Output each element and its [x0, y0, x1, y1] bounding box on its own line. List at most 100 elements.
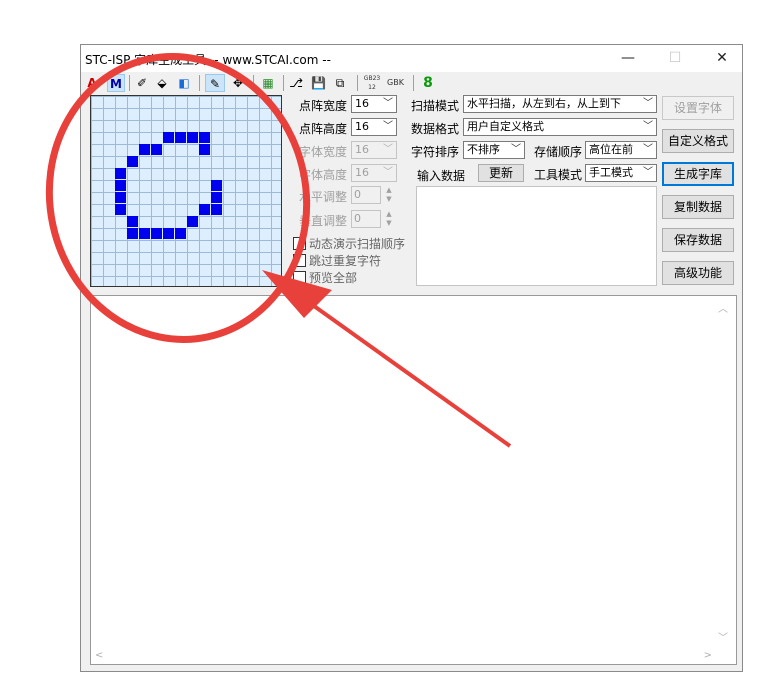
filled-pixel[interactable] — [163, 228, 174, 239]
checkbox-box — [293, 237, 306, 250]
open-icon[interactable]: ⎇ — [289, 74, 303, 92]
filled-pixel[interactable] — [175, 228, 186, 239]
filled-pixel[interactable] — [211, 204, 222, 215]
h-adjust-label: 水平调整 — [299, 190, 348, 204]
v-adjust-label: 垂直调整 — [299, 214, 348, 228]
storage-order-value: 高位在前 — [589, 143, 633, 156]
filled-pixel[interactable] — [127, 216, 138, 227]
scroll-up-icon[interactable]: ︿ — [718, 300, 728, 315]
filled-pixel[interactable] — [187, 216, 198, 227]
animate-scan-checkbox[interactable]: 动态演示扫描顺序 — [293, 235, 405, 252]
generate-font-button[interactable]: 生成字库 — [662, 162, 734, 186]
gbk-icon[interactable]: GBK — [387, 74, 404, 92]
dot-height-label: 点阵高度 — [299, 122, 348, 136]
custom-format-button[interactable]: 自定义格式 — [662, 129, 734, 153]
advanced-button[interactable]: 高级功能 — [662, 261, 734, 285]
chevron-down-icon: ﹀ — [643, 121, 653, 132]
v-adjust-spinner[interactable]: ▲ ▼ — [383, 210, 395, 228]
fill-icon[interactable]: ⬙ — [155, 74, 169, 92]
char-sort-select[interactable]: 不排序 ﹀ — [463, 141, 525, 159]
palette-icon[interactable]: ▦ — [261, 74, 275, 92]
h-adjust-spinner[interactable]: ▲ ▼ — [383, 186, 395, 204]
dot-width-value: 16 — [355, 97, 369, 110]
font-height-select[interactable]: 16 ﹀ — [351, 164, 397, 182]
filled-pixel[interactable] — [139, 228, 150, 239]
scan-mode-value: 水平扫描，从左到右，从上到下 — [467, 97, 621, 110]
font-icon[interactable]: A — [85, 74, 99, 92]
update-button[interactable]: 更新 — [478, 164, 524, 182]
title-bar: STC-ISP 字库生成工具 -- www.STCAI.com -- — ☐ ✕ — [81, 45, 742, 72]
tool-mode-label: 工具模式 — [534, 168, 583, 182]
chevron-down-icon: ﹀ — [383, 98, 393, 109]
font-width-select[interactable]: 16 ﹀ — [351, 141, 397, 159]
checkbox-box — [293, 271, 306, 284]
filled-pixel[interactable] — [127, 228, 138, 239]
chevron-down-icon: ﹀ — [643, 167, 653, 178]
chevron-down-icon: ﹀ — [511, 144, 521, 155]
tool-mode-select[interactable]: 手工模式 ﹀ — [585, 164, 657, 182]
font-width-value: 16 — [355, 143, 369, 156]
preview-all-label: 预览全部 — [309, 271, 358, 285]
data-format-select[interactable]: 用户自定义格式 ﹀ — [463, 118, 657, 136]
dot-matrix-grid[interactable] — [90, 95, 282, 287]
data-format-value: 用户自定义格式 — [467, 120, 544, 133]
skip-duplicate-label: 跳过重复字符 — [309, 254, 382, 268]
mode-icon[interactable]: M — [107, 74, 125, 92]
eraser-icon[interactable]: ✐ — [135, 74, 149, 92]
maximize-button[interactable]: ☐ — [655, 47, 695, 69]
filled-pixel[interactable] — [115, 168, 126, 179]
font-height-label: 字体高度 — [299, 168, 348, 182]
toolbar-separator — [357, 75, 358, 91]
skip-duplicate-checkbox[interactable]: 跳过重复字符 — [293, 252, 381, 269]
filled-pixel[interactable] — [187, 132, 198, 143]
filled-pixel[interactable] — [151, 228, 162, 239]
preview-all-checkbox[interactable]: 预览全部 — [293, 269, 357, 286]
save-icon[interactable]: 💾 — [311, 74, 326, 92]
dot-width-label: 点阵宽度 — [299, 99, 348, 113]
save-as-icon[interactable]: ⧉ — [333, 74, 347, 92]
set-font-button[interactable]: 设置字体 — [662, 96, 734, 120]
chevron-down-icon: ﹀ — [383, 144, 393, 155]
filled-pixel[interactable] — [211, 192, 222, 203]
scroll-right-icon[interactable]: > — [704, 650, 712, 661]
pencil-icon[interactable]: ✎ — [205, 74, 225, 92]
filled-pixel[interactable] — [175, 132, 186, 143]
storage-order-select[interactable]: 高位在前 ﹀ — [585, 141, 657, 159]
dot-width-select[interactable]: 16 ﹀ — [351, 95, 397, 113]
input-data-label: 输入数据 — [417, 169, 466, 183]
filled-pixel[interactable] — [127, 156, 138, 167]
filled-pixel[interactable] — [199, 132, 210, 143]
copy-data-button[interactable]: 复制数据 — [662, 195, 734, 219]
window-title: STC-ISP 字库生成工具 -- www.STCAI.com -- — [85, 53, 331, 67]
filled-pixel[interactable] — [163, 132, 174, 143]
scan-mode-select[interactable]: 水平扫描，从左到右，从上到下 ﹀ — [463, 95, 657, 113]
input-data-textarea[interactable] — [416, 186, 657, 286]
toolbar-separator — [129, 75, 130, 91]
filled-pixel[interactable] — [115, 204, 126, 215]
toolbar-separator — [413, 75, 414, 91]
toolbar-separator — [253, 75, 254, 91]
digit-icon[interactable]: 8 — [421, 74, 435, 92]
filled-pixel[interactable] — [199, 144, 210, 155]
filled-pixel[interactable] — [151, 144, 162, 155]
storage-order-label: 存储顺序 — [534, 145, 583, 159]
close-button[interactable]: ✕ — [702, 47, 742, 69]
scroll-down-icon[interactable]: ﹀ — [718, 629, 728, 644]
filled-pixel[interactable] — [199, 204, 210, 215]
filled-pixel[interactable] — [115, 180, 126, 191]
move-icon[interactable]: ✥ — [231, 74, 245, 92]
save-data-button[interactable]: 保存数据 — [662, 228, 734, 252]
minimize-button[interactable]: — — [608, 47, 648, 69]
output-textarea[interactable]: ︿ ﹀ < > — [90, 295, 737, 665]
v-adjust-input[interactable]: 0 — [351, 210, 381, 228]
color-icon[interactable]: ◧ — [177, 74, 191, 92]
dot-height-select[interactable]: 16 ﹀ — [351, 118, 397, 136]
scroll-left-icon[interactable]: < — [95, 650, 103, 661]
font-width-label: 字体宽度 — [299, 145, 348, 159]
filled-pixel[interactable] — [139, 144, 150, 155]
toolbar-separator — [283, 75, 284, 91]
gb2312-icon[interactable]: GB2312 — [363, 74, 381, 92]
filled-pixel[interactable] — [211, 180, 222, 191]
filled-pixel[interactable] — [115, 192, 126, 203]
h-adjust-input[interactable]: 0 — [351, 186, 381, 204]
